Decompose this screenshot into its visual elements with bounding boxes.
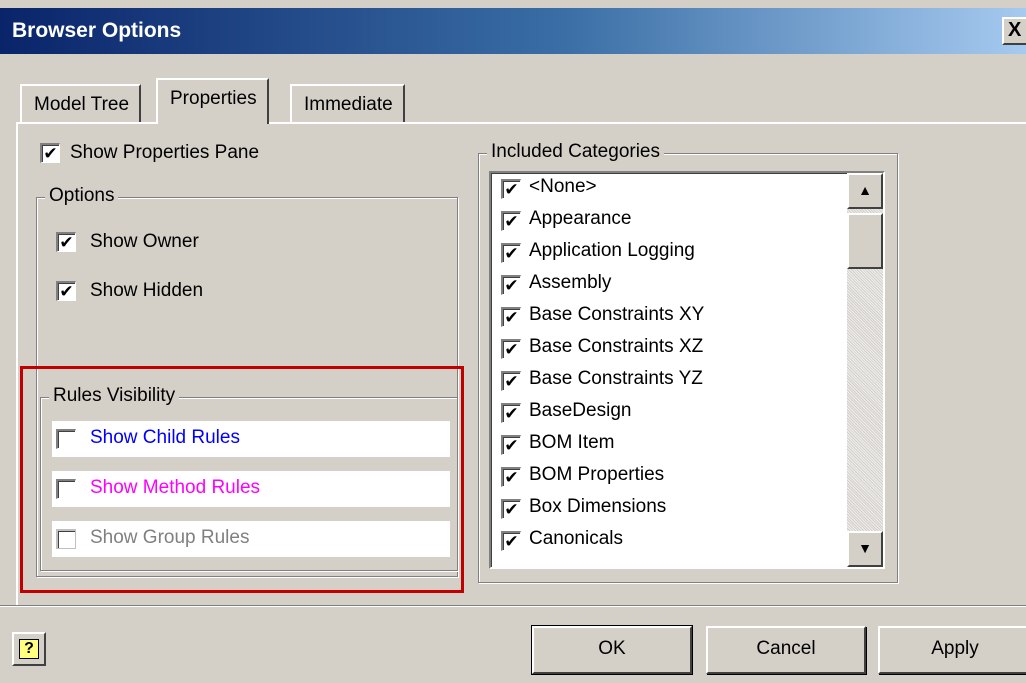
check-icon: ✔: [59, 233, 74, 252]
rules-visibility-highlight: [20, 366, 464, 593]
category-label: BOM Properties: [529, 464, 665, 485]
footer-separator: [0, 605, 1026, 607]
ok-button[interactable]: OK: [531, 625, 693, 675]
category-checkbox[interactable]: ✔: [501, 211, 521, 231]
category-checkbox[interactable]: ✔: [501, 499, 521, 519]
show-properties-pane-checkbox[interactable]: ✔: [40, 143, 60, 163]
category-label: Assembly: [529, 272, 612, 293]
included-categories-title: Included Categories: [487, 141, 664, 163]
tab-label: Model Tree: [34, 94, 130, 115]
options-group-title: Options: [45, 185, 119, 207]
cancel-button[interactable]: Cancel: [706, 626, 866, 674]
category-checkbox[interactable]: ✔: [501, 435, 521, 455]
included-categories-list[interactable]: ✔ <None> ✔ Appearance ✔ Application Logg…: [489, 171, 885, 569]
scroll-up-button[interactable]: ▲: [847, 173, 883, 209]
show-hidden-checkbox[interactable]: ✔: [56, 281, 76, 301]
check-icon: ✔: [43, 144, 58, 163]
tab-model-tree[interactable]: Model Tree: [20, 84, 142, 124]
show-hidden-label: Show Hidden: [90, 280, 204, 301]
scroll-up-icon: ▲: [858, 182, 872, 198]
check-icon: ✔: [504, 180, 519, 199]
check-icon: ✔: [504, 276, 519, 295]
check-icon: ✔: [504, 404, 519, 423]
browser-options-dialog: Browser Options X Model Tree Properties …: [0, 0, 1026, 683]
category-checkbox[interactable]: ✔: [501, 403, 521, 423]
category-checkbox[interactable]: ✔: [501, 467, 521, 487]
category-checkbox[interactable]: ✔: [501, 371, 521, 391]
check-icon: ✔: [504, 244, 519, 263]
check-icon: ✔: [504, 468, 519, 487]
check-icon: ✔: [59, 282, 74, 301]
category-checkbox[interactable]: ✔: [501, 531, 521, 551]
category-label: Base Constraints XY: [529, 304, 705, 325]
category-checkbox[interactable]: ✔: [501, 275, 521, 295]
category-checkbox[interactable]: ✔: [501, 307, 521, 327]
tab-label: Immediate: [304, 94, 393, 115]
category-label: Appearance: [529, 208, 632, 229]
close-button[interactable]: X: [1002, 17, 1026, 45]
check-icon: ✔: [504, 340, 519, 359]
apply-button[interactable]: Apply: [878, 626, 1026, 674]
tab-properties[interactable]: Properties: [156, 78, 269, 124]
scroll-down-button[interactable]: ▼: [847, 531, 883, 567]
show-owner-checkbox[interactable]: ✔: [56, 232, 76, 252]
category-label: Base Constraints XZ: [529, 336, 704, 357]
category-label: BaseDesign: [529, 400, 632, 421]
category-checkbox[interactable]: ✔: [501, 339, 521, 359]
check-icon: ✔: [504, 308, 519, 327]
category-checkbox[interactable]: ✔: [501, 179, 521, 199]
category-scrollbar[interactable]: ▲ ▼: [847, 173, 883, 567]
show-owner-label: Show Owner: [90, 231, 199, 252]
help-button[interactable]: ?: [12, 632, 46, 666]
check-icon: ✔: [504, 212, 519, 231]
category-label: Canonicals: [529, 528, 623, 549]
show-properties-pane-label: Show Properties Pane: [70, 142, 260, 163]
category-label: Base Constraints YZ: [529, 368, 703, 389]
help-icon: ?: [19, 639, 39, 659]
check-icon: ✔: [504, 500, 519, 519]
scroll-thumb[interactable]: [847, 213, 883, 269]
tab-label: Properties: [170, 88, 257, 109]
category-label: Box Dimensions: [529, 496, 667, 517]
check-icon: ✔: [504, 436, 519, 455]
category-label: BOM Item: [529, 432, 615, 453]
category-checkbox[interactable]: ✔: [501, 243, 521, 263]
scroll-down-icon: ▼: [858, 540, 872, 556]
check-icon: ✔: [504, 372, 519, 391]
title-bar[interactable]: Browser Options X: [0, 8, 1026, 54]
category-label: Application Logging: [529, 240, 695, 261]
category-label: <None>: [529, 176, 597, 197]
window-title: Browser Options: [12, 19, 182, 42]
check-icon: ✔: [504, 532, 519, 551]
tab-immediate[interactable]: Immediate: [290, 84, 405, 124]
